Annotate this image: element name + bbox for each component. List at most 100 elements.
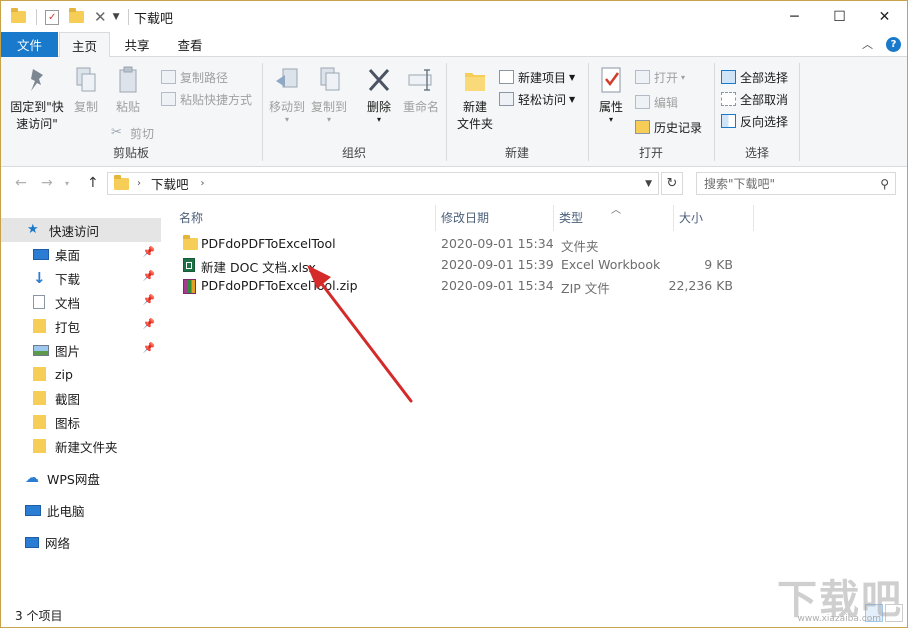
properties-button[interactable]: 属性 ▾ (593, 65, 629, 124)
open-group: 属性 ▾ 打开 ▾ 编辑 历史记录 打开 (589, 61, 713, 165)
new-folder-icon[interactable] (69, 8, 84, 23)
copy-to-button[interactable]: 复制到 ▾ (309, 65, 349, 124)
file-row[interactable]: PDFdoPDFToExcelTool 2020-09-01 15:34 文件夹 (177, 234, 777, 255)
properties-dropdown-icon: ▾ (608, 115, 613, 124)
move-to-label: 移动到 (268, 100, 305, 114)
search-input[interactable]: 搜索"下载吧" ⚲ (696, 172, 896, 195)
customize-toolbar-icon[interactable]: ▼ (113, 12, 120, 22)
rename-icon (407, 65, 435, 95)
minimize-button[interactable]: ─ (772, 1, 817, 32)
column-header-size[interactable]: 大小 (673, 205, 753, 229)
breadcrumb-chevron-icon[interactable]: › (201, 178, 205, 189)
refresh-button[interactable]: ↻ (661, 172, 683, 195)
pin-icon[interactable]: 📌 (143, 295, 155, 306)
nav-item-downloads[interactable]: ↓ 下载 📌 (1, 266, 161, 290)
invert-selection-button[interactable]: 反向选择 (721, 111, 788, 131)
up-icon[interactable]: ↑ (87, 175, 99, 191)
tab-share[interactable]: 共享 (111, 32, 163, 57)
back-icon[interactable]: ← (15, 175, 27, 191)
edit-label: 编辑 (654, 95, 679, 110)
breadcrumb-current[interactable]: 下载吧 (151, 174, 189, 193)
close-button[interactable]: ✕ (862, 1, 907, 32)
nav-network[interactable]: 网络 (1, 530, 161, 554)
folder-icon (11, 8, 26, 23)
delete-x-icon[interactable]: ✕ (94, 8, 107, 26)
folder-icon (114, 174, 129, 190)
folder-icon (33, 367, 46, 381)
new-group-label: 新建 (504, 146, 529, 160)
column-divider[interactable] (753, 205, 754, 231)
column-header-name[interactable]: 名称 (173, 205, 435, 229)
nav-item-screenshots[interactable]: 截图 (1, 386, 161, 410)
pin-icon[interactable]: 📌 (143, 247, 155, 258)
file-row[interactable]: PDFdoPDFToExcelTool.zip 2020-09-01 15:34… (177, 276, 777, 297)
delete-button[interactable]: 删除 ▾ (361, 65, 397, 124)
nav-item-pictures[interactable]: 图片 📌 (1, 338, 161, 362)
pin-icon[interactable]: 📌 (143, 319, 155, 330)
copy-path-button[interactable]: 复制路径 (161, 67, 228, 87)
nav-this-pc[interactable]: 此电脑 (1, 498, 161, 522)
paste-icon (114, 65, 142, 95)
pin-icon[interactable]: 📌 (143, 343, 155, 354)
pictures-icon (33, 344, 49, 356)
edit-button[interactable]: 编辑 (635, 92, 678, 112)
file-row[interactable]: 新建 DOC 文档.xlsx 2020-09-01 15:39 Excel Wo… (177, 255, 777, 276)
copy-path-label: 复制路径 (180, 70, 229, 85)
copy-button[interactable]: 复制 (67, 65, 105, 116)
pin-quick-access-button[interactable]: 固定到"快 速访问" (7, 65, 67, 133)
nav-wps-drive[interactable]: ☁ WPS网盘 (1, 466, 161, 490)
delete-icon (365, 65, 393, 95)
open-button[interactable]: 打开 ▾ (635, 67, 685, 87)
pin-icon[interactable]: 📌 (143, 271, 155, 282)
properties-icon (597, 65, 625, 95)
address-dropdown-icon[interactable]: ▼ (645, 179, 652, 189)
nav-item-label: 打包 (55, 319, 81, 335)
new-folder-button[interactable]: 新建 文件夹 (453, 65, 497, 133)
history-button[interactable]: 历史记录 (635, 117, 702, 137)
easy-access-dropdown-icon: ▼ (569, 94, 576, 104)
refresh-icon: ↻ (666, 176, 678, 191)
help-icon[interactable]: ? (886, 37, 901, 52)
nav-item-pack[interactable]: 打包 📌 (1, 314, 161, 338)
paste-button[interactable]: 粘贴 (109, 65, 147, 116)
zip-icon (183, 279, 196, 294)
address-bar[interactable]: › 下载吧 › ▼ (107, 172, 659, 195)
navigation-pane: ★ 快速访问 桌面 📌 ↓ 下载 📌 文档 📌 打包 📌 图片 📌 zip 截图… (1, 201, 161, 603)
clipboard-group-label: 剪贴板 (112, 146, 149, 160)
cloud-icon: ☁ (25, 470, 39, 486)
scissors-icon: ✂ (111, 125, 122, 140)
tab-file[interactable]: 文件 (1, 32, 58, 57)
rename-button[interactable]: 重命名 (399, 65, 443, 116)
paste-shortcut-button[interactable]: 粘贴快捷方式 (161, 89, 252, 109)
new-item-button[interactable]: 新建项目 ▼ (499, 67, 575, 87)
column-header-modified[interactable]: 修改日期 (435, 205, 553, 229)
select-all-button[interactable]: 全部选择 (721, 67, 788, 87)
move-to-button[interactable]: 移动到 ▾ (267, 65, 307, 124)
title-bar: ✓ ✕ ▼ 下载吧 ─ ☐ ✕ (1, 1, 907, 32)
nav-item-new-folder[interactable]: 新建文件夹 (1, 434, 161, 458)
nav-item-desktop[interactable]: 桌面 📌 (1, 242, 161, 266)
nav-item-label: 文档 (55, 295, 81, 311)
nav-item-zip[interactable]: zip (1, 362, 161, 386)
select-all-label: 全部选择 (740, 70, 789, 85)
maximize-button[interactable]: ☐ (817, 1, 862, 32)
easy-access-button[interactable]: 轻松访问 ▼ (499, 89, 575, 109)
nav-item-documents[interactable]: 文档 📌 (1, 290, 161, 314)
watermark-url: www.xiazaiba.com (797, 614, 881, 624)
forward-icon[interactable]: → (41, 175, 53, 191)
open-label: 打开 (654, 70, 679, 85)
collapse-ribbon-icon[interactable]: ︿ (862, 36, 873, 52)
quick-access-toolbar: ✓ ✕ ▼ (11, 7, 129, 27)
nav-item-icons[interactable]: 图标 (1, 410, 161, 434)
nav-quick-access[interactable]: ★ 快速访问 (1, 218, 161, 242)
tab-view[interactable]: 查看 (164, 32, 216, 57)
new-folder-label-1: 新建 (462, 100, 487, 114)
cut-button[interactable]: ✂ 剪切 (111, 123, 154, 143)
properties-check-icon[interactable]: ✓ (45, 9, 59, 25)
tab-home[interactable]: 主页 (59, 32, 110, 58)
easy-access-icon (499, 92, 514, 106)
select-none-button[interactable]: 全部取消 (721, 89, 788, 109)
column-header-type[interactable]: 类型 (553, 205, 673, 229)
recent-locations-icon[interactable]: ▾ (65, 179, 69, 188)
download-arrow-icon: ↓ (33, 269, 46, 287)
